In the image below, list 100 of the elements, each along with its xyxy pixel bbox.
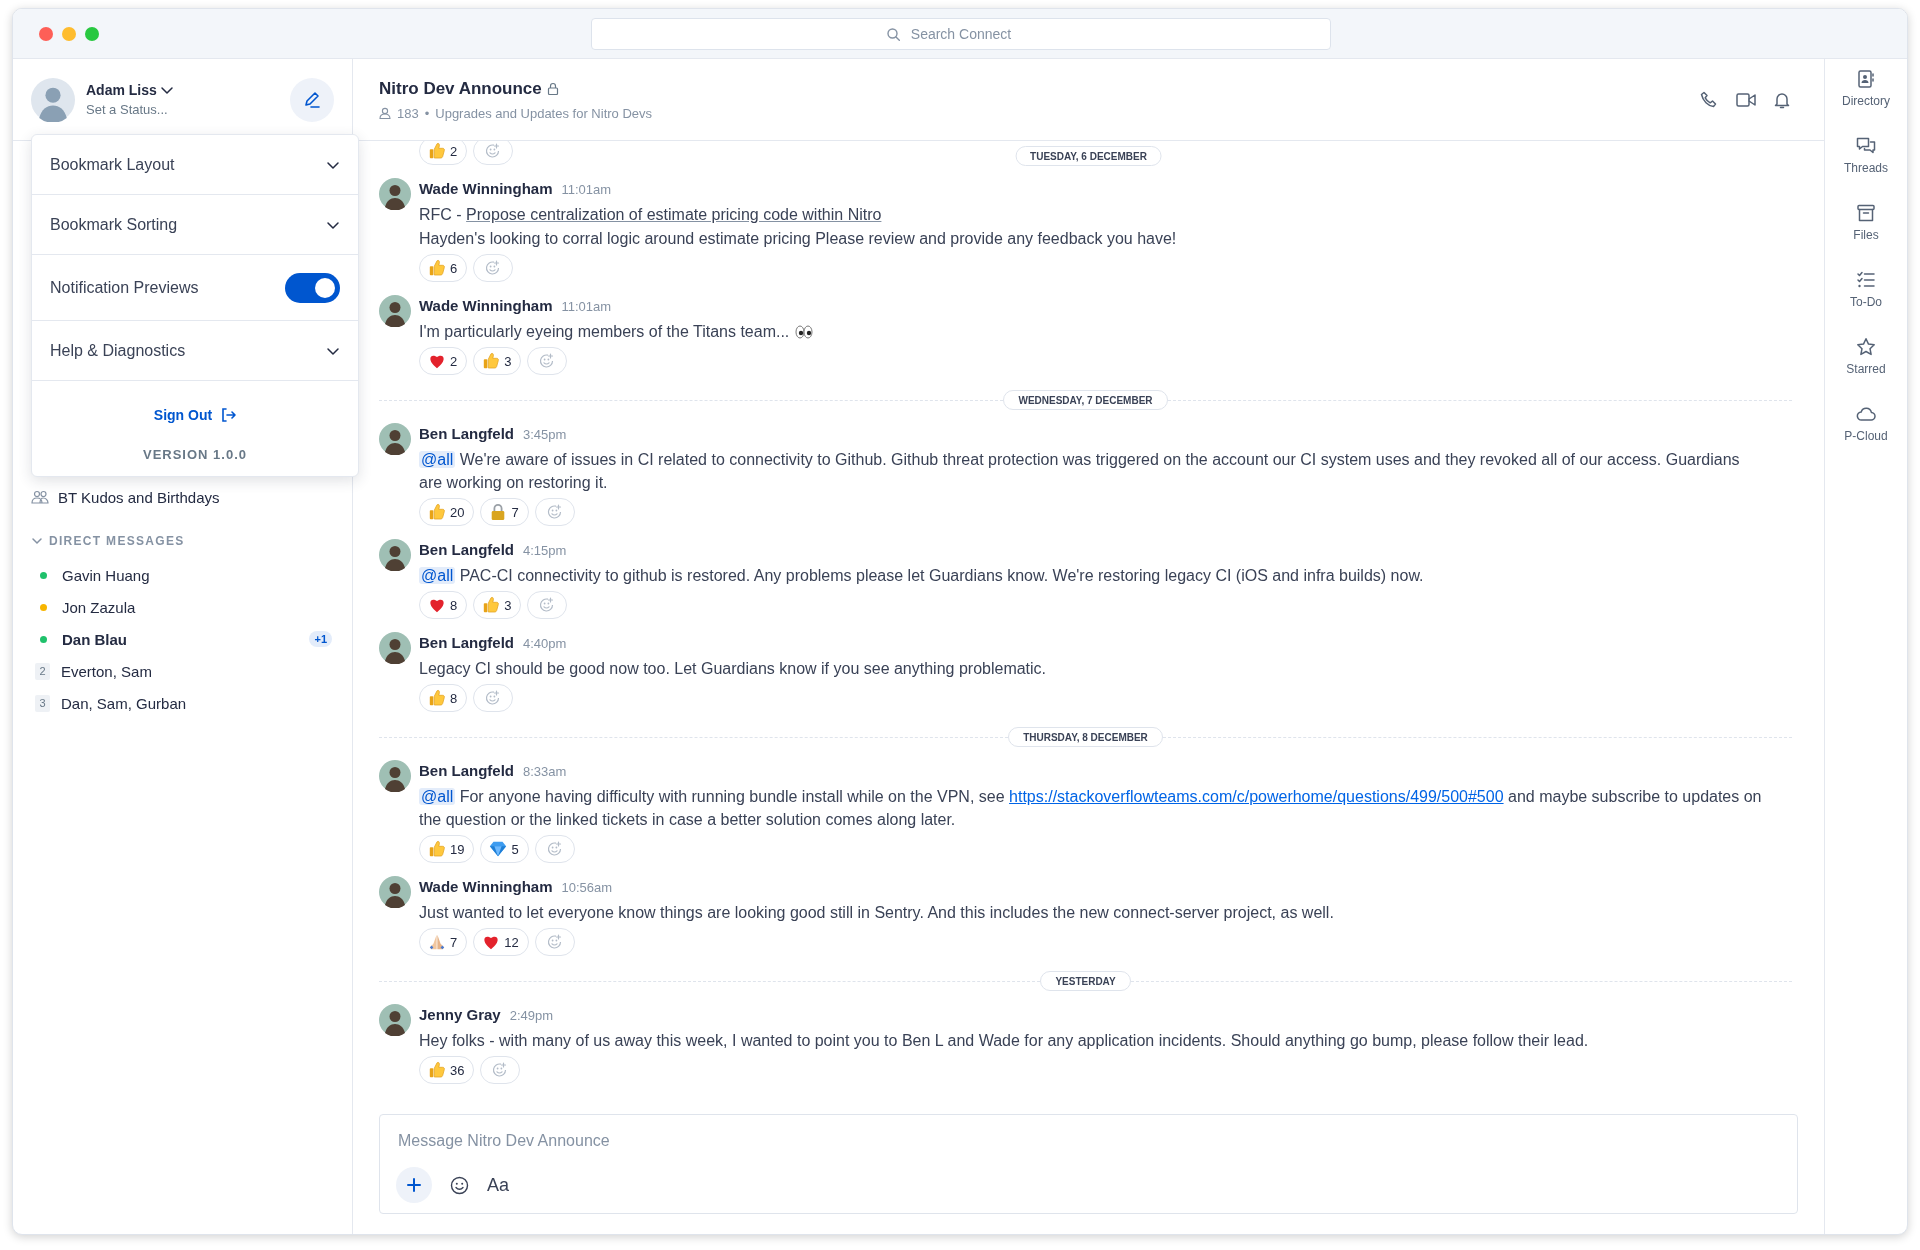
search-field[interactable]: Search Connect [591,17,1331,50]
message-text: Hayden's looking to corral logic around estimate pricing Please review and provide any feedback you have! [419,229,1177,249]
pencil-icon [302,89,322,110]
avatar [379,178,411,210]
date-label: WEDNESDAY, 7 DECEMBER [1003,390,1168,410]
message-text: RFC - Propose centralization of estimate pricing code within Nitro [419,205,882,225]
unread-badge: +1 [309,631,332,647]
dm-item[interactable]: Gavin Huang [31,559,338,591]
reaction-button[interactable]: 8 [419,591,468,619]
member-count: 183 [397,105,419,121]
member-count: 3 [35,694,50,712]
zoom-light[interactable] [85,26,99,41]
add-reaction-button[interactable] [473,254,514,282]
dm-item[interactable]: Dan Blau +1 [31,623,338,655]
format-button[interactable]: Aa [487,1174,510,1196]
rail-button[interactable]: Threads [1844,136,1888,175]
author-name[interactable]: Wade Winningham [419,297,553,314]
add-reaction-button[interactable] [527,591,568,619]
add-reaction-button[interactable] [527,347,568,375]
reaction-button[interactable]: 36 [419,1056,475,1084]
thumbs-up-icon [428,840,446,858]
reaction-button[interactable]: 2 [419,347,468,375]
close-light[interactable] [39,26,53,41]
reaction-button[interactable]: 8 [419,684,468,712]
timestamp: 10:56am [561,880,613,895]
channel-description: Upgrades and Updates for Nitro Devs [435,105,653,121]
author-name[interactable]: Wade Winningham [419,878,553,895]
author-name[interactable]: Ben Langfeld [419,425,514,442]
menu-item[interactable]: Help & Diagnostics [32,321,358,381]
timestamp: 11:01am [561,182,612,197]
status-text[interactable]: Set a Status... [86,102,279,117]
bell-icon[interactable] [1774,90,1790,109]
add-button[interactable] [396,1167,432,1203]
avatar [379,1004,411,1036]
phone-icon[interactable] [1700,90,1718,109]
archive-box-icon [1856,203,1876,223]
channel-title: Nitro Dev Announce [379,78,542,99]
reaction-button[interactable]: 3 [473,347,522,375]
add-reaction-button[interactable] [534,835,575,863]
dm-item[interactable]: Jon Zazula [31,591,338,623]
reaction-button[interactable]: 7 [480,498,529,526]
smiley-plus-icon [485,690,502,706]
reaction-button[interactable]: 5 [480,835,529,863]
add-reaction-button[interactable] [473,684,514,712]
chat-bubbles-icon [1856,136,1876,156]
video-camera-icon[interactable] [1736,91,1756,108]
timestamp: 4:15pm [523,543,567,558]
message-text: Legacy CI should be good now too. Let Guardians know if you see anything problematic. [419,659,1047,679]
rail-button[interactable]: Starred [1846,337,1886,376]
mention-tag[interactable]: @all [419,451,456,468]
message-text: @all For anyone having difficulty with running bundle install while on the VPN, see https://stackoverflowteams.com/c/powerhome/questions/499/500#500 and maybe subscribe to updates on the question or the linked tickets in case a better solution comes along later. [419,787,1763,830]
timestamp: 3:45pm [523,427,567,442]
avatar [379,876,411,908]
reaction-button[interactable]: 12 [473,928,529,956]
add-reaction-button[interactable] [534,498,575,526]
date-label: THURSDAY, 8 DECEMBER [1008,727,1163,747]
star-icon [1856,337,1876,357]
emoji-icon[interactable] [450,1175,469,1195]
minimize-light[interactable] [62,26,76,41]
rail-button[interactable]: Files [1853,203,1879,242]
thumbs-up-icon [428,259,446,277]
message-link[interactable]: Propose centralization of estimate pricing code within Nitro [466,206,882,223]
author-name[interactable]: Ben Langfeld [419,634,514,651]
author-name[interactable]: Ben Langfeld [419,762,514,779]
reaction-button[interactable]: 6 [419,254,468,282]
rail-button[interactable]: Directory [1842,69,1890,108]
user-avatar [31,77,75,122]
compose-button[interactable] [290,77,334,122]
contact-book-icon [1856,69,1876,89]
dm-item[interactable]: 2 Everton, Sam [31,655,338,687]
reaction-button[interactable]: 3 [473,591,522,619]
rail-button[interactable]: P-Cloud [1844,404,1888,443]
search-icon [887,27,900,41]
message-link[interactable]: https://stackoverflowteams.com/c/powerhome/questions/499/500#500 [1009,788,1504,805]
menu-item[interactable]: Bookmark Sorting [32,195,358,255]
author-name[interactable]: Jenny Gray [419,1006,501,1023]
author-name[interactable]: Wade Winningham [419,180,553,197]
separator-dot: • [424,105,430,121]
add-reaction-button[interactable] [480,1056,521,1084]
gem-icon [489,840,508,858]
menu-item[interactable]: Bookmark Layout [32,135,358,195]
reaction-button[interactable]: 19 [419,835,475,863]
add-reaction-button[interactable] [534,928,575,956]
sign-out-link[interactable]: Sign Out [153,407,237,423]
dm-item[interactable]: 3 Dan, Sam, Gurban [31,687,338,719]
message-text: Hey folks - with many of us away this week, I wanted to point you to Ben L and Wade for any application incidents. Should anything go bump, please follow their lead. [419,1031,1589,1051]
toggle-switch[interactable] [285,272,340,303]
mention-tag[interactable]: @all [419,567,456,584]
smiley-plus-icon [546,934,563,950]
timestamp: 11:01am [561,299,612,314]
rail-button[interactable]: To-Do [1850,270,1882,309]
date-label: TUESDAY, 6 DECEMBER [1015,146,1162,166]
add-reaction-button[interactable] [473,141,514,165]
reaction-button[interactable]: 2 [419,141,468,165]
reaction-button[interactable]: 20 [419,498,475,526]
user-name-button[interactable]: Adam Liss [86,82,174,98]
reaction-button[interactable]: 7 [419,928,468,956]
author-name[interactable]: Ben Langfeld [419,541,514,558]
mention-tag[interactable]: @all [419,788,456,805]
channel-item[interactable]: BT Kudos and Birthdays [31,485,338,509]
